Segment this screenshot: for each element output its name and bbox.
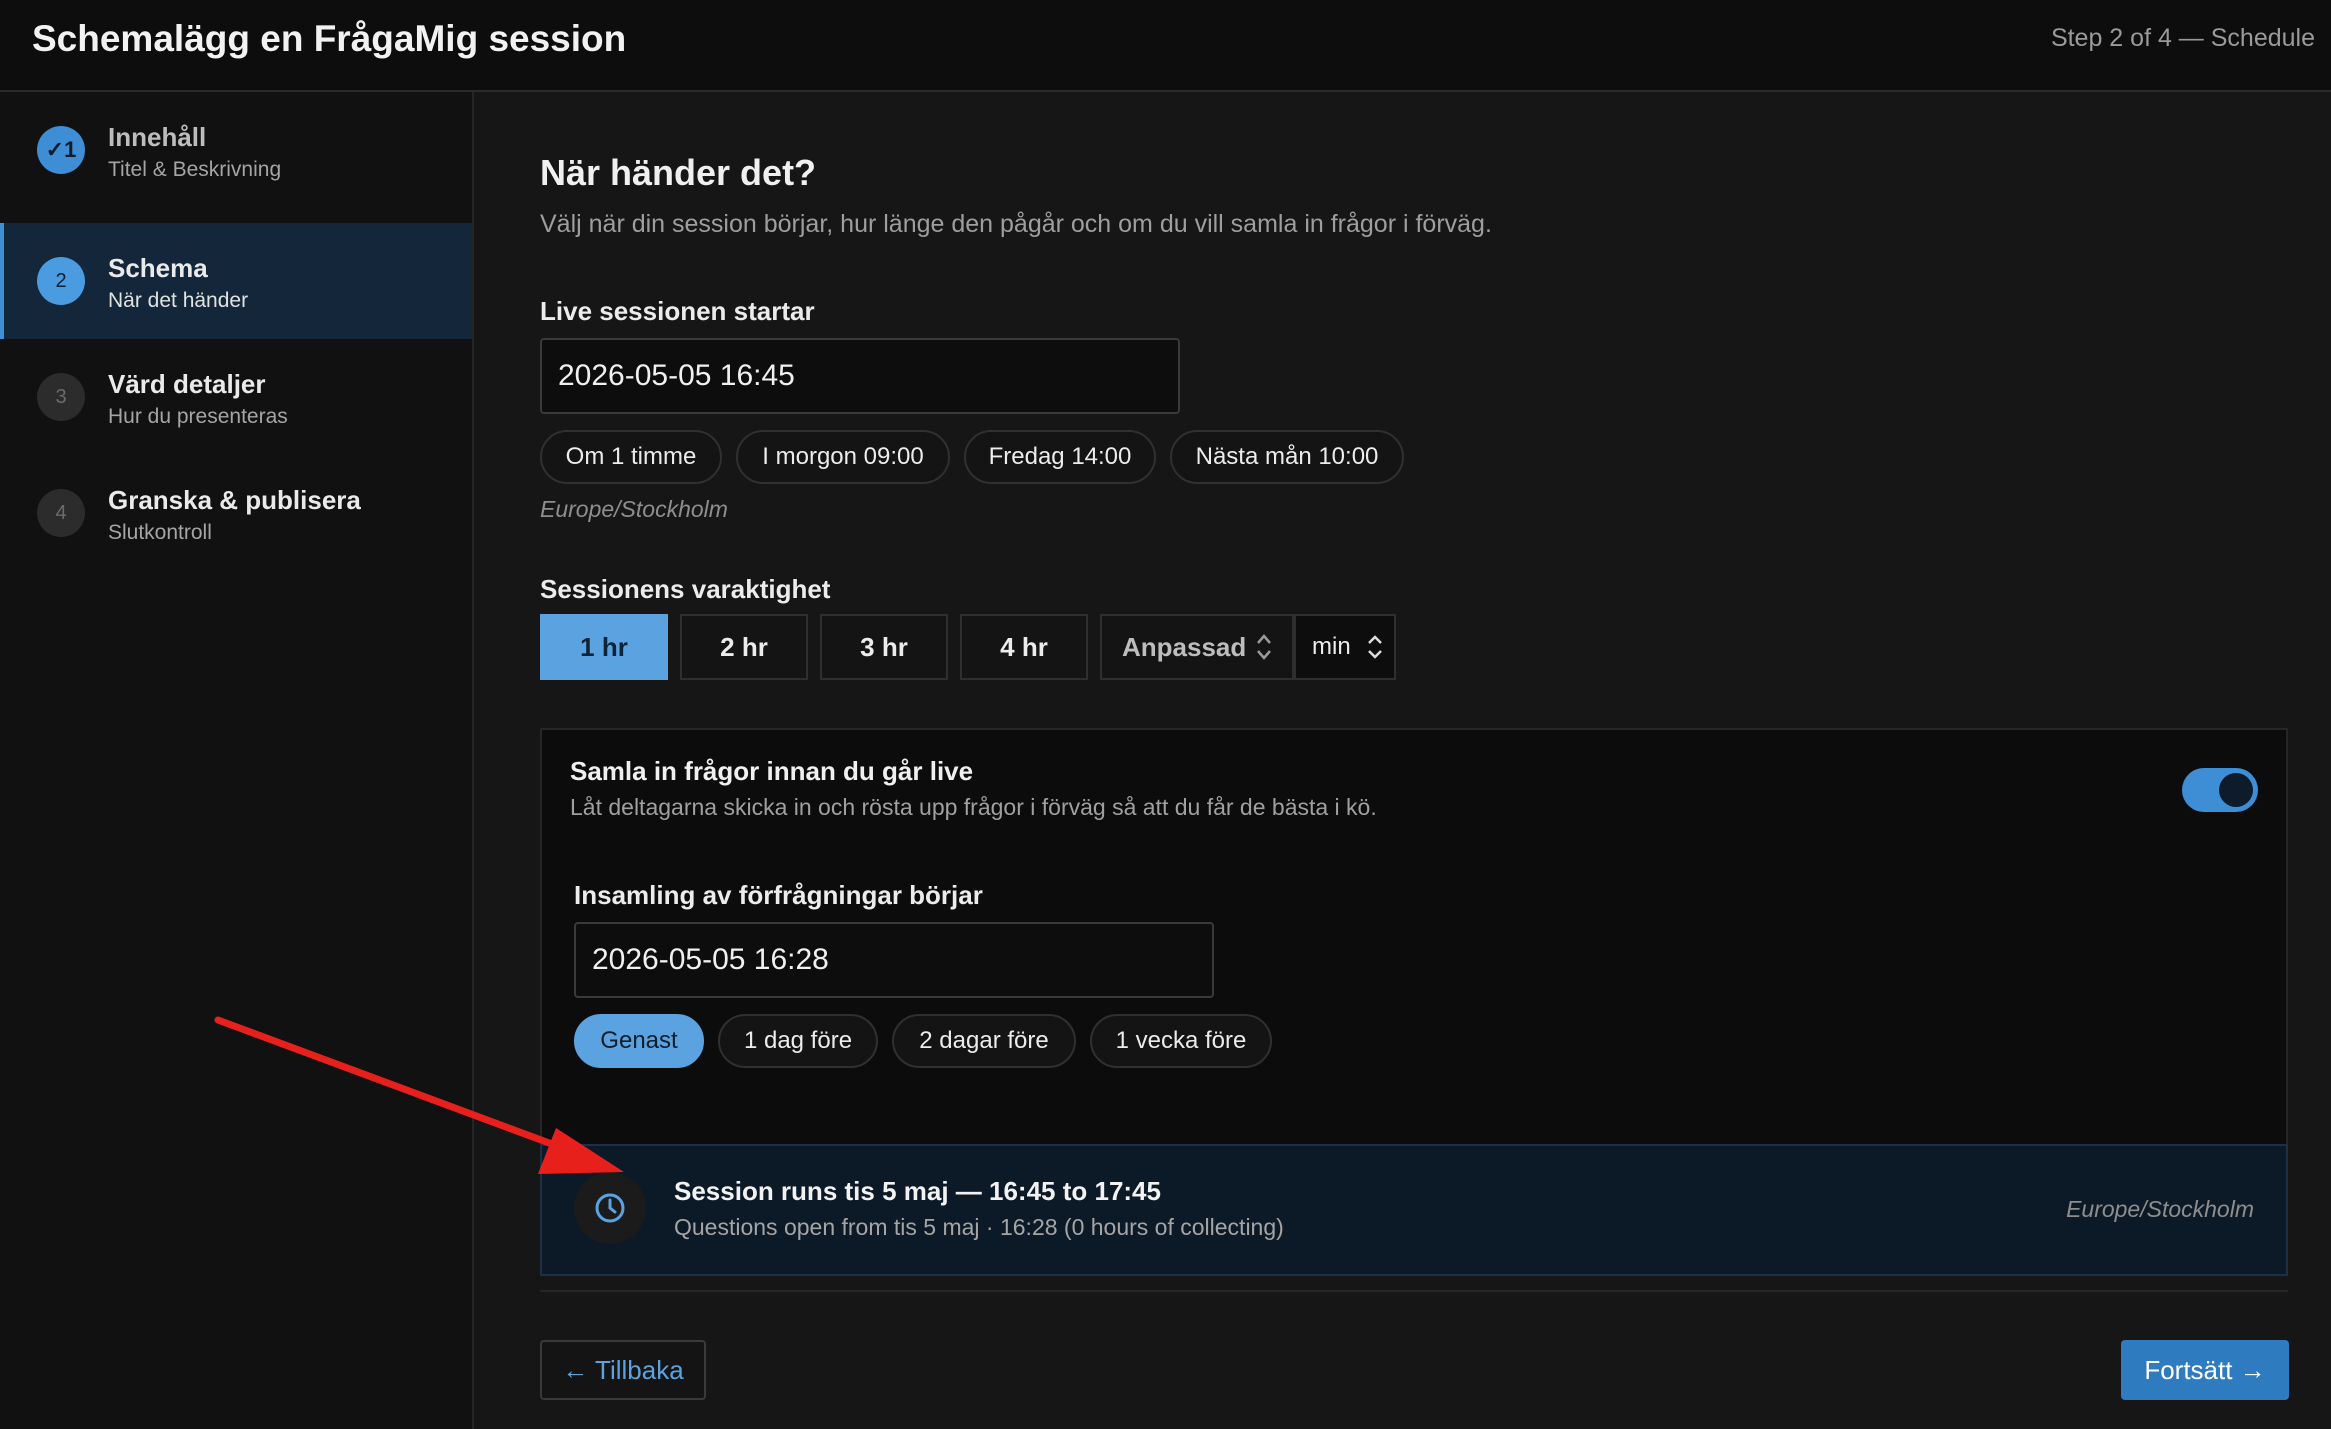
collect-preset-immediately[interactable]: Genast — [574, 1014, 704, 1068]
start-timezone: Europe/Stockholm — [540, 496, 728, 522]
duration-label: Sessionens varaktighet — [540, 574, 831, 604]
main-panel: När händer det? Välj när din session bör… — [474, 92, 2331, 1429]
header-bar: Schemalägg en FrågaMig session Step 2 of… — [0, 0, 2331, 92]
duration-unit-select[interactable]: min — [1294, 614, 1396, 680]
step-4-badge: 4 — [37, 489, 85, 537]
footer-divider — [540, 1290, 2288, 1292]
schedule-summary: Session runs tis 5 maj — 16:45 to 17:45 … — [540, 1144, 2288, 1276]
collect-preset-1-day-before[interactable]: 1 dag före — [718, 1014, 878, 1068]
step-1-check-badge: ✓1 — [37, 126, 85, 174]
step-3-badge: 3 — [37, 373, 85, 421]
section-description: Välj när din session börjar, hur länge d… — [540, 210, 1492, 238]
sidebar-item-label: Schema — [108, 253, 208, 283]
summary-title: Session runs tis 5 maj — 16:45 to 17:45 — [674, 1176, 1161, 1206]
custom-duration-label: Anpassad — [1122, 631, 1247, 662]
summary-subtitle: Questions open from tis 5 maj · 16:28 (0… — [674, 1214, 1284, 1240]
collect-title: Samla in frågor innan du går live — [570, 756, 974, 786]
step-sidebar: ✓1 Innehåll Titel & Beskrivning 2 Schema… — [0, 92, 474, 1429]
sidebar-item-sublabel: Titel & Beskrivning — [108, 158, 282, 181]
collect-description: Låt deltagarna skicka in och rösta upp f… — [570, 794, 1377, 820]
back-button[interactable]: ← Tillbaka — [540, 1340, 706, 1400]
collect-preset-1-week-before[interactable]: 1 vecka före — [1090, 1014, 1272, 1068]
duration-4hr[interactable]: 4 hr — [960, 614, 1088, 680]
preset-tomorrow-0900[interactable]: I morgon 09:00 — [736, 430, 950, 484]
toggle-knob — [2219, 773, 2253, 807]
start-datetime-input[interactable]: 2026-05-05 16:45 — [540, 338, 1180, 414]
sidebar-item-sublabel: När det händer — [108, 289, 249, 312]
collect-questions-card: Samla in frågor innan du går live Låt de… — [540, 728, 2288, 1192]
collect-start-label: Insamling av förfrågningar börjar — [574, 880, 983, 910]
sidebar-item-label: Granska & publisera — [108, 485, 361, 515]
preset-friday-1400[interactable]: Fredag 14:00 — [964, 430, 1156, 484]
step-indicator: Step 2 of 4 — Schedule — [2050, 24, 2315, 52]
duration-1hr[interactable]: 1 hr — [540, 614, 668, 680]
clock-icon — [574, 1172, 646, 1244]
duration-unit-value: min — [1312, 633, 1351, 660]
sidebar-item-sublabel: Hur du presenteras — [108, 405, 288, 428]
sidebar-item-schedule[interactable]: 2 Schema När det händer — [0, 223, 472, 339]
collect-preset-2-days-before[interactable]: 2 dagar före — [892, 1014, 1076, 1068]
sidebar-item-host-details[interactable]: 3 Värd detaljer Hur du presenteras — [0, 339, 472, 455]
chevron-updown-icon — [1367, 635, 1382, 659]
step-2-badge: 2 — [37, 257, 85, 305]
page-title: Schemalägg en FrågaMig session — [32, 18, 627, 59]
sidebar-item-label: Värd detaljer — [108, 369, 266, 399]
continue-button[interactable]: Fortsätt → — [2121, 1340, 2289, 1400]
preset-next-monday-1000[interactable]: Nästa mån 10:00 — [1170, 430, 1404, 484]
sidebar-item-label: Innehåll — [108, 122, 207, 152]
preset-in-one-hour[interactable]: Om 1 timme — [540, 430, 722, 484]
duration-custom-stepper[interactable]: Anpassad — [1100, 614, 1294, 680]
stepper-updown-icon[interactable] — [1254, 632, 1274, 662]
collect-start-datetime-input[interactable]: 2026-05-05 16:28 — [574, 922, 1214, 998]
sidebar-item-sublabel: Slutkontroll — [108, 521, 212, 544]
section-heading: När händer det? — [540, 152, 817, 193]
sidebar-item-content[interactable]: ✓1 Innehåll Titel & Beskrivning — [0, 92, 472, 208]
start-time-label: Live sessionen startar — [540, 296, 815, 326]
summary-timezone: Europe/Stockholm — [2066, 1196, 2254, 1222]
collect-questions-toggle[interactable] — [2182, 768, 2258, 812]
duration-2hr[interactable]: 2 hr — [680, 614, 808, 680]
duration-3hr[interactable]: 3 hr — [820, 614, 948, 680]
sidebar-item-review-publish[interactable]: 4 Granska & publisera Slutkontroll — [0, 455, 472, 571]
